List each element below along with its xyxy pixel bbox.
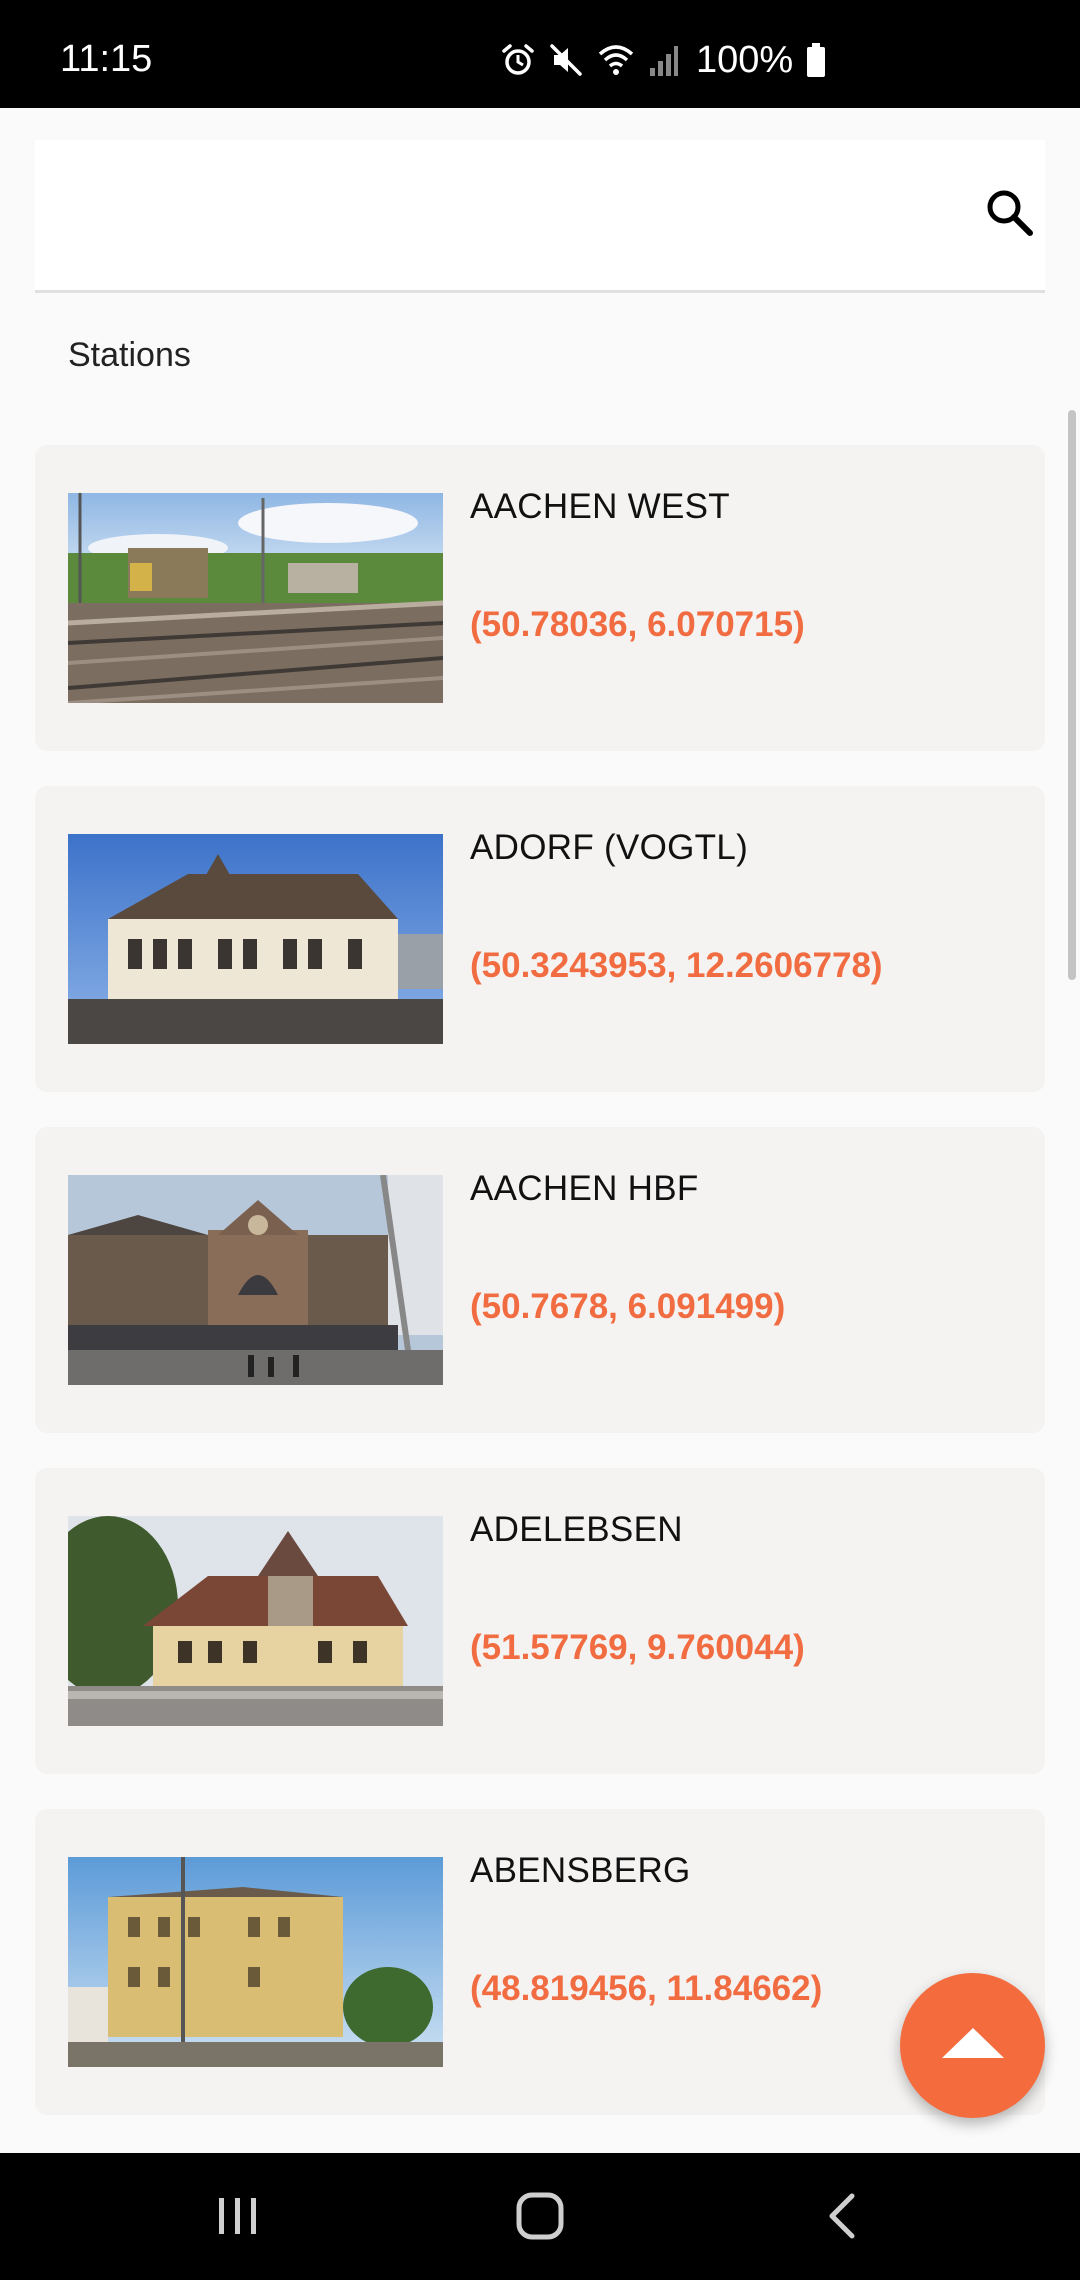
station-photo [68,1516,443,1726]
search-bar [35,140,1045,293]
station-coordinates: (51.57769, 9.760044) [470,1628,805,1667]
scroll-to-top-button[interactable] [900,1973,1045,2118]
mute-icon [548,42,584,78]
station-list: AACHEN WEST (50.78036, 6.070715) ADORF (… [35,445,1045,2150]
station-name: ADELEBSEN [470,1510,683,1549]
station-photo [68,1857,443,2067]
station-coordinates: (50.78036, 6.070715) [470,605,805,644]
wifi-icon [596,42,636,78]
arrow-up-icon [940,2026,1006,2065]
status-time: 11:15 [60,38,153,80]
alarm-icon [500,42,536,78]
search-input[interactable] [65,180,949,252]
search-button[interactable] [980,185,1040,245]
station-card[interactable]: AACHEN HBF (50.7678, 6.091499) [35,1127,1045,1433]
search-icon [984,187,1036,244]
back-button[interactable] [797,2183,887,2253]
home-icon [515,2191,565,2246]
station-photo [68,834,443,1044]
battery-icon [805,42,827,78]
home-button[interactable] [495,2183,585,2253]
station-coordinates: (48.819456, 11.84662) [470,1969,823,2008]
station-card[interactable]: AACHEN WEST (50.78036, 6.070715) [35,445,1045,751]
station-card[interactable]: ADELEBSEN (51.57769, 9.760044) [35,1468,1045,1774]
station-name: ADORF (VOGTL) [470,828,749,867]
station-card[interactable]: ADORF (VOGTL) (50.3243953, 12.2606778) [35,786,1045,1092]
recent-apps-icon [213,2194,263,2243]
scrollbar-thumb[interactable] [1068,410,1076,980]
station-name: AACHEN HBF [470,1169,699,1208]
status-icons: 100% [500,40,827,80]
station-photo [68,1175,443,1385]
back-icon [822,2191,862,2246]
battery-percent: 100% [696,39,794,81]
signal-icon [648,42,678,78]
station-name: AACHEN WEST [470,487,730,526]
station-photo [68,493,443,703]
station-coordinates: (50.7678, 6.091499) [470,1287,786,1326]
navigation-bar [0,2153,1080,2280]
recent-apps-button[interactable] [193,2183,283,2253]
station-card[interactable]: ABENSBERG (48.819456, 11.84662) [35,1809,1045,2115]
section-title: Stations [68,336,191,374]
station-coordinates: (50.3243953, 12.2606778) [470,946,883,985]
station-name: ABENSBERG [470,1851,691,1890]
status-bar: 11:15 100% [0,0,1080,108]
